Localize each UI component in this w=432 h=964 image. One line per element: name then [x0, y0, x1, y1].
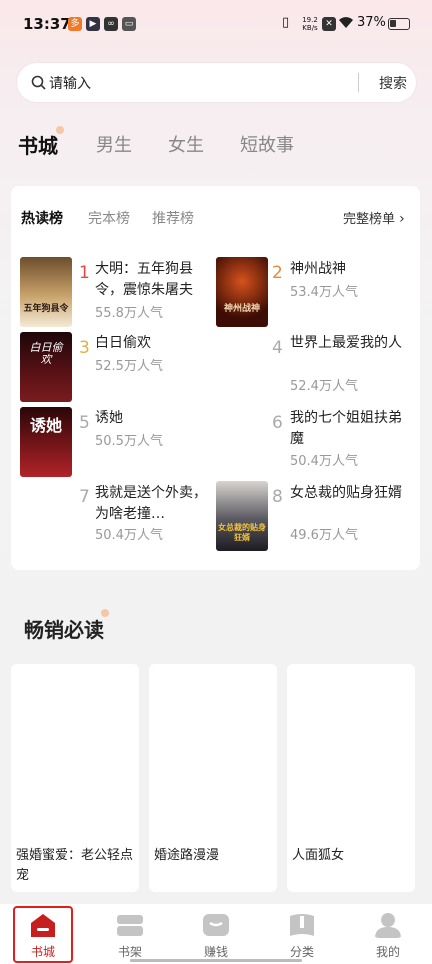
rank-number: 4	[272, 338, 283, 358]
nav-label: 赚钱	[203, 945, 228, 959]
wifi-icon	[338, 15, 354, 33]
net-speed-value: 19.2	[302, 16, 318, 24]
search-bar[interactable]: 请输入 搜索	[17, 63, 416, 102]
section-indicator-dot	[101, 609, 109, 617]
tab-indicator-dot	[56, 126, 64, 134]
book-popularity: 55.8万人气	[95, 306, 163, 321]
book-popularity: 50.4万人气	[290, 454, 358, 469]
book-title[interactable]: 白日偷欢	[95, 333, 207, 354]
rank-number: 3	[79, 338, 90, 358]
tab-female[interactable]: 女生	[168, 131, 204, 157]
vibrate-icon: ▯	[282, 15, 290, 30]
book-popularity: 50.5万人气	[95, 434, 163, 449]
book-title[interactable]: 诱她	[95, 408, 207, 429]
book-cover[interactable]: 诱她	[20, 407, 72, 477]
tab-hot-reading[interactable]: 热读榜	[21, 208, 63, 228]
full-ranking-label: 完整榜单	[343, 212, 396, 227]
cover-title-art: 白日偷欢	[29, 341, 63, 366]
chevron-right-icon: ›	[399, 211, 405, 227]
bestseller-title: 强婚蜜爱：老公轻点宠	[16, 848, 134, 883]
bestseller-card[interactable]: 婚途路漫漫	[149, 664, 277, 892]
nav-label: 书架	[117, 945, 142, 959]
tab-recommended[interactable]: 推荐榜	[152, 208, 194, 228]
bestseller-card[interactable]: 人面狐女	[287, 664, 415, 892]
nav-label: 分类	[289, 945, 314, 959]
rank-number: 1	[79, 263, 90, 283]
status-bar: 13:37 多 ▶ ∞ ▭ ▯ 19.2 KB/s ✕ 37%	[0, 0, 432, 50]
book-title[interactable]: 神州战神	[290, 259, 402, 280]
bestseller-title: 人面狐女	[292, 848, 345, 863]
book-title[interactable]: 世界上最爱我的人	[290, 333, 402, 354]
cover-title-art: 神州战神	[223, 304, 260, 314]
wallet-icon	[203, 914, 229, 936]
book-cover[interactable]: 白日偷欢	[20, 332, 72, 402]
sim-icon: ✕	[322, 17, 336, 31]
tab-male[interactable]: 男生	[96, 131, 132, 157]
link-notification-icon: ∞	[104, 17, 118, 31]
book-popularity: 53.4万人气	[290, 285, 358, 300]
status-time: 13:37	[23, 15, 71, 33]
rank-number: 6	[272, 413, 283, 433]
book-popularity: 52.5万人气	[95, 359, 163, 374]
nav-category[interactable]: 分类	[272, 904, 332, 962]
app-notification-icon: 多	[68, 17, 82, 31]
rank-number: 8	[272, 487, 283, 507]
rank-number: 7	[79, 487, 90, 507]
battery-icon	[388, 18, 410, 30]
profile-icon	[375, 913, 401, 938]
book-popularity: 50.4万人气	[95, 528, 163, 543]
search-button[interactable]: 搜索	[379, 73, 407, 93]
full-ranking-link[interactable]: 完整榜单 ›	[343, 208, 405, 227]
play-notification-icon: ▶	[86, 17, 100, 31]
bestseller-card[interactable]: 强婚蜜爱：老公轻点宠	[11, 664, 139, 892]
search-icon	[31, 75, 46, 90]
book-cover[interactable]: 女总裁的贴身狂婿	[216, 481, 268, 551]
book-cover[interactable]: 神州战神	[216, 257, 268, 327]
net-speed-unit: KB/s	[302, 24, 318, 32]
book-title[interactable]: 我的七个姐姐扶弟魔	[290, 408, 402, 450]
cover-title-art: 诱她	[29, 416, 62, 435]
nav-profile[interactable]: 我的	[358, 904, 418, 962]
tab-completed[interactable]: 完本榜	[88, 208, 130, 228]
category-icon	[290, 914, 314, 936]
rank-number: 2	[272, 263, 283, 283]
nav-earn[interactable]: 赚钱	[186, 904, 246, 962]
tab-bookstore[interactable]: 书城	[18, 130, 58, 159]
tab-short-stories[interactable]: 短故事	[240, 131, 294, 157]
selection-highlight	[13, 906, 73, 963]
book-title[interactable]: 我就是送个外卖，为啥老撞…	[95, 483, 207, 525]
battery-percent: 37%	[357, 15, 386, 30]
message-notification-icon: ▭	[122, 17, 136, 31]
search-input[interactable]: 请输入	[49, 73, 91, 93]
search-divider	[358, 73, 359, 92]
cover-title-art: 女总裁的贴身狂婿	[218, 523, 266, 542]
bestseller-title: 婚途路漫漫	[154, 848, 220, 863]
nav-bookshelf[interactable]: 书架	[100, 904, 160, 962]
book-popularity: 52.4万人气	[290, 379, 358, 394]
section-title: 畅销必读	[24, 618, 104, 642]
rank-number: 5	[79, 413, 90, 433]
book-title[interactable]: 大明：五年狗县令，震惊朱屠夫	[95, 259, 207, 301]
cover-title-art: 五年狗县令	[23, 304, 69, 314]
bookshelf-icon	[117, 915, 143, 936]
book-title[interactable]: 女总裁的贴身狂婿	[290, 483, 402, 504]
book-cover[interactable]: 五年狗县令	[20, 257, 72, 327]
nav-label: 我的	[375, 945, 400, 959]
home-indicator[interactable]	[130, 959, 302, 962]
network-speed: 19.2 KB/s	[300, 16, 320, 32]
book-popularity: 49.6万人气	[290, 528, 358, 543]
